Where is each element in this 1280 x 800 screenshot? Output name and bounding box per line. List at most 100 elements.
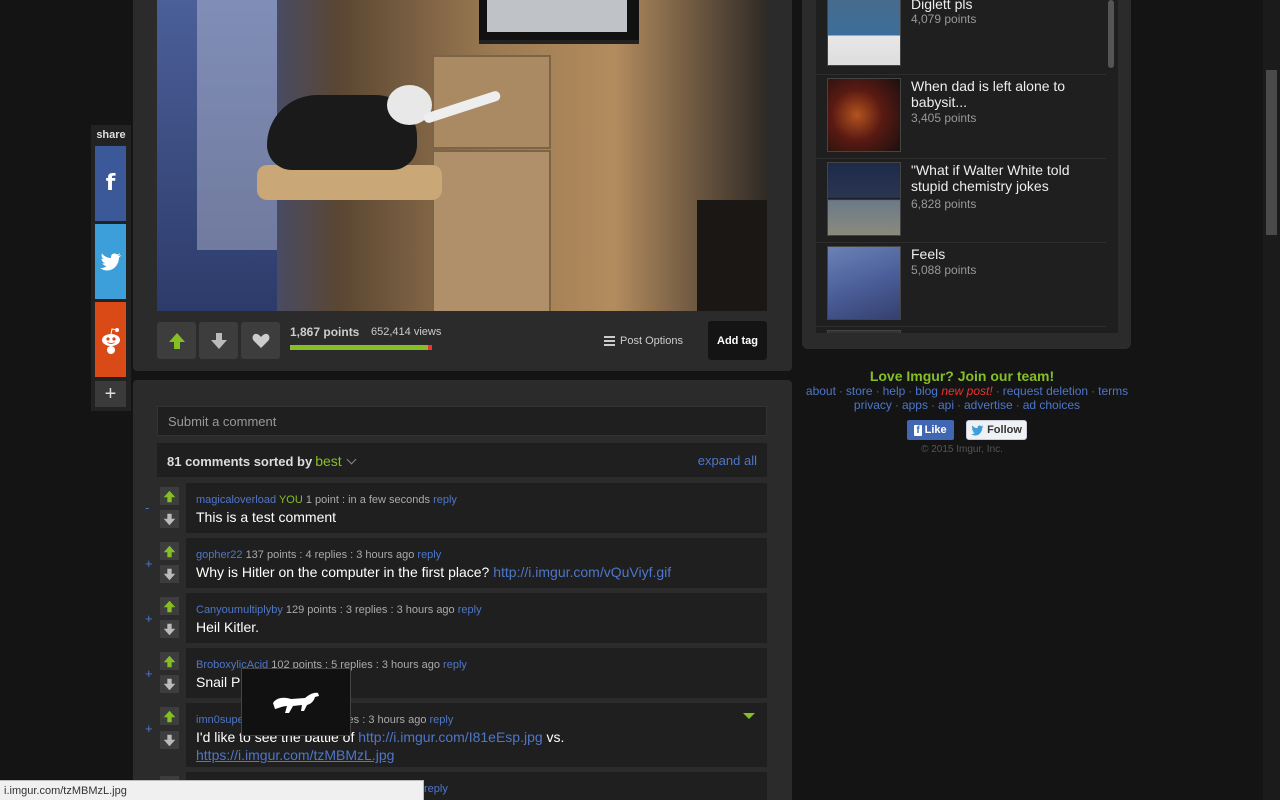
comment-expand-toggle[interactable]: + [145, 611, 153, 626]
sidebar-thumbnail[interactable] [827, 246, 901, 320]
footer-link-request-deletion[interactable]: request deletion [1003, 384, 1088, 398]
comment-upvote-button[interactable] [160, 487, 179, 505]
favorite-button[interactable] [241, 322, 280, 359]
window-scrollbar-thumb[interactable] [1266, 70, 1277, 235]
footer-link-ad-choices[interactable]: ad choices [1023, 398, 1080, 412]
copyright: © 2015 Imgur, Inc. [921, 444, 1003, 455]
sidebar-thumbnail[interactable] [827, 162, 901, 236]
arrow-up-icon [163, 490, 176, 502]
sidebar-item[interactable]: "What if Walter White told stupid chemis… [816, 158, 1106, 243]
comment-reply-link[interactable]: reply [424, 783, 448, 795]
sidebar-thumbnail[interactable] [827, 330, 901, 333]
twitter-icon [971, 424, 984, 436]
sidebar-item-title[interactable]: Diglett pls [911, 0, 1101, 12]
footer-link-store[interactable]: store [846, 384, 873, 398]
upvote-button[interactable] [157, 322, 196, 359]
window-scrollbar[interactable] [1263, 0, 1280, 800]
sidebar-item-points: 6,828 points [911, 197, 977, 211]
sidebar-scrollbar-thumb[interactable] [1108, 0, 1114, 68]
sidebar-item-points: 3,405 points [911, 111, 977, 125]
footer-link-advertise[interactable]: advertise [964, 398, 1013, 412]
comment-author[interactable]: magicaloverload [196, 494, 276, 506]
comment-text: This is a test comment [196, 509, 337, 525]
facebook-icon: f [914, 424, 922, 436]
sidebar-item-title[interactable]: "What if Walter White told stupid chemis… [911, 162, 1101, 194]
footer-link-apps[interactable]: apps [902, 398, 928, 412]
comment-upvote-button[interactable] [160, 652, 179, 670]
comment-info: 137 points : 4 replies : 3 hours ago [245, 549, 415, 561]
comment-upvote-button[interactable] [160, 597, 179, 615]
footer-link-privacy[interactable]: privacy [854, 398, 892, 412]
share-facebook-button[interactable]: f [95, 146, 126, 221]
comment-info: 129 points : 3 replies : 3 hours ago [285, 604, 455, 616]
share-reddit-button[interactable] [95, 302, 126, 377]
sidebar-scrollbar[interactable] [1107, 0, 1115, 333]
comment-downvote-button[interactable] [160, 675, 179, 693]
sidebar-item-title[interactable]: Feels [911, 246, 1101, 262]
facebook-icon: f [105, 171, 116, 196]
twitter-follow-label: Follow [987, 424, 1022, 436]
sidebar-item-title[interactable]: When dad is left alone to babysit... [911, 78, 1101, 110]
share-more-button[interactable]: + [95, 381, 126, 407]
comment-input[interactable]: Submit a comment [157, 406, 767, 436]
comment-options-caret-icon[interactable] [743, 713, 755, 719]
sidebar-item[interactable]: Feels 5,088 points [816, 242, 1106, 327]
sidebar-item-points: 5,088 points [911, 263, 977, 277]
image-screen [487, 0, 627, 32]
comment-link[interactable]: http://i.imgur.com/vQuViyf.gif [493, 564, 671, 580]
comment: magicaloverload YOU 1 point : in a few s… [186, 483, 767, 533]
comment-downvote-button[interactable] [160, 731, 179, 749]
footer-link-help[interactable]: help [883, 384, 906, 398]
footer-link-about[interactable]: about [806, 384, 836, 398]
comment-reply-link[interactable]: reply [433, 494, 457, 506]
comment-expand-toggle[interactable]: + [145, 666, 153, 681]
expand-all-link[interactable]: expand all [698, 453, 757, 468]
chevron-down-icon[interactable] [346, 454, 357, 465]
footer-new-post-badge[interactable]: new post! [941, 384, 992, 398]
comment: gopher22 137 points : 4 replies : 3 hour… [186, 538, 767, 588]
twitter-icon [99, 252, 121, 270]
sidebar-item[interactable] [816, 326, 1106, 333]
comment-downvote-button[interactable] [160, 620, 179, 638]
comment-downvote-button[interactable] [160, 510, 179, 528]
post-image[interactable] [157, 0, 767, 311]
comment-author[interactable]: Canyoumultiplyby [196, 604, 283, 616]
sidebar-item[interactable]: When dad is left alone to babysit... 3,4… [816, 74, 1106, 159]
comment-link-2[interactable]: https://i.imgur.com/tzMBMzL.jpg [196, 747, 394, 763]
sidebar-item[interactable]: Diglett pls 4,079 points [816, 0, 1106, 75]
sort-dropdown[interactable]: best [315, 453, 341, 469]
vote-ratio-bar [290, 345, 432, 350]
comment-expand-toggle[interactable]: + [145, 556, 153, 571]
comment-upvote-button[interactable] [160, 542, 179, 560]
downvote-button[interactable] [199, 322, 238, 359]
comment-author[interactable]: gopher22 [196, 549, 243, 561]
arrow-down-icon [210, 332, 227, 349]
footer-link-terms[interactable]: terms [1098, 384, 1128, 398]
comment-text: Why is Hitler on the computer in the fir… [196, 564, 757, 580]
footer-link-api[interactable]: api [938, 398, 954, 412]
arrow-down-icon [163, 623, 176, 635]
comment-collapse-toggle[interactable]: - [145, 500, 149, 515]
comment-reply-link[interactable]: reply [417, 549, 441, 561]
comment-upvote-button[interactable] [160, 707, 179, 725]
comment-link[interactable]: http://i.imgur.com/I81eEsp.jpg [358, 729, 542, 745]
footer-link-blog[interactable]: blog [915, 384, 938, 398]
comment-text-after: vs. [546, 729, 565, 745]
join-team-link[interactable]: Love Imgur? Join our team! [802, 368, 1122, 384]
comment-reply-link[interactable]: reply [458, 604, 482, 616]
comment-author[interactable]: imn0supe [196, 714, 244, 726]
comment-downvote-button[interactable] [160, 565, 179, 583]
status-bar-url: i.imgur.com/tzMBMzL.jpg [0, 780, 424, 800]
facebook-like-button[interactable]: f Like [907, 420, 954, 440]
comment-reply-link[interactable]: reply [443, 659, 467, 671]
add-tag-button[interactable]: Add tag [708, 321, 767, 360]
twitter-follow-button[interactable]: Follow [966, 420, 1027, 440]
comment-reply-link[interactable]: reply [430, 714, 454, 726]
image-curtain [197, 0, 277, 250]
share-twitter-button[interactable] [95, 224, 126, 299]
comment-text-content: Why is Hitler on the computer in the fir… [196, 564, 490, 580]
comment-expand-toggle[interactable]: + [145, 721, 153, 736]
post-options-button[interactable]: Post Options [604, 334, 683, 348]
sidebar-thumbnail[interactable] [827, 0, 901, 66]
sidebar-thumbnail[interactable] [827, 78, 901, 152]
